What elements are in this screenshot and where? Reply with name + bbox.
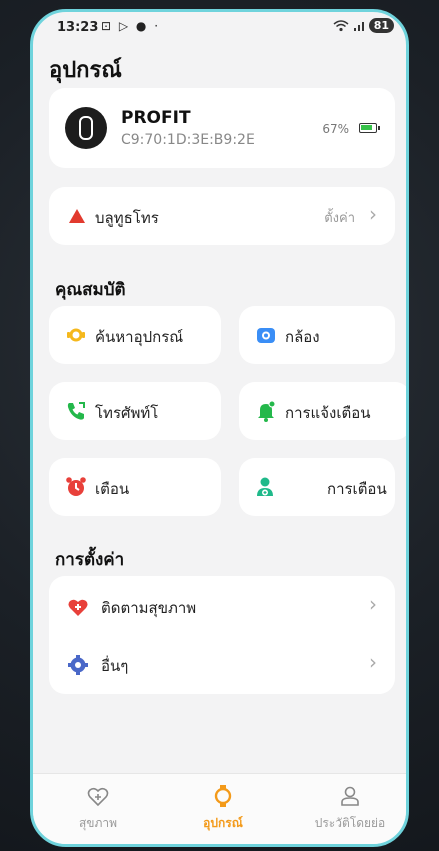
warning-icon (69, 209, 85, 223)
feature-label: การแจ้งเตือน (285, 404, 371, 422)
profile-icon (341, 786, 359, 806)
feature-label: ค้นหาอุปกรณ์ (95, 328, 184, 346)
feature-label: โทรศัพท์โ (95, 404, 159, 422)
watch-icon (214, 785, 232, 807)
battery-icon (359, 123, 380, 133)
phone-icon (67, 402, 85, 420)
feature-find-device[interactable]: ค้นหาอุปกรณ์ (49, 306, 221, 364)
find-watch-icon (67, 328, 85, 342)
signal-icon (353, 21, 364, 31)
settings-label: ติดตามสุขภาพ (101, 599, 197, 617)
tab-label: สุขภาพ (78, 816, 118, 830)
bluetooth-call-row[interactable]: บลูทูธโทร ตั้งค่า › (49, 187, 395, 245)
notification-icons: ⊡ ▷ ● · (101, 19, 161, 33)
bluetooth-setting-text: ตั้งค่า (324, 211, 355, 226)
bottom-tab-bar: สุขภาพ อุปกรณ์ ประวัติโดยย่อ (33, 773, 406, 844)
tab-health[interactable]: สุขภาพ (43, 784, 153, 833)
heart-plus-icon (87, 787, 109, 807)
tab-profile[interactable]: ประวัติโดยย่อ (295, 784, 405, 833)
tab-device[interactable]: อุปกรณ์ (168, 784, 278, 833)
chevron-right-icon: › (369, 202, 377, 226)
heart-icon (68, 599, 88, 616)
bluetooth-call-label: บลูทูธโทร (95, 209, 159, 227)
chevron-right-icon: › (369, 650, 377, 674)
settings-card: ติดตามสุขภาพ › อื่นๆ › (49, 576, 395, 694)
status-bar: 13:23 ⊡ ▷ ● · 81 (33, 12, 406, 42)
tab-label: ประวัติโดยย่อ (314, 816, 386, 830)
feature-reminder[interactable]: การเตือน (239, 458, 395, 516)
gear-icon (68, 655, 88, 675)
person-add-icon (257, 477, 273, 496)
feature-notification[interactable]: การแจ้งเตือน (239, 382, 406, 440)
page-title: อุปกรณ์ (49, 58, 122, 83)
settings-label: อื่นๆ (101, 657, 129, 675)
feature-label: การเตือน (327, 480, 387, 498)
settings-health-row[interactable]: ติดตามสุขภาพ › (49, 576, 395, 634)
status-time: 13:23 (57, 20, 99, 35)
features-title: คุณสมบัติ (55, 280, 126, 300)
settings-other-row[interactable]: อื่นๆ › (49, 634, 395, 692)
tab-label: อุปกรณ์ (203, 816, 243, 830)
settings-title: การตั้งค่า (55, 550, 125, 570)
bell-icon (258, 400, 276, 422)
phone-screen: 13:23 ⊡ ▷ ● · 81 อุปกรณ์ PROFIT C9:70:1D… (30, 9, 409, 847)
feature-camera[interactable]: กล้อง (239, 306, 395, 364)
wifi-icon (333, 19, 349, 31)
feature-label: เตือน (95, 480, 130, 498)
feature-alarm[interactable]: เตือน (49, 458, 221, 516)
device-mac: C9:70:1D:3E:B9:2E (121, 132, 255, 148)
chevron-right-icon: › (369, 592, 377, 616)
battery-indicator: 81 (368, 18, 394, 33)
watch-icon (65, 107, 107, 149)
device-battery-percent: 67% (322, 122, 349, 136)
alarm-icon (66, 477, 86, 496)
status-right: 81 (333, 18, 394, 33)
device-card[interactable]: PROFIT C9:70:1D:3E:B9:2E 67% (49, 88, 395, 168)
camera-icon (257, 328, 275, 343)
feature-phone[interactable]: โทรศัพท์โ (49, 382, 221, 440)
device-name: PROFIT (121, 108, 191, 128)
feature-label: กล้อง (285, 328, 320, 346)
